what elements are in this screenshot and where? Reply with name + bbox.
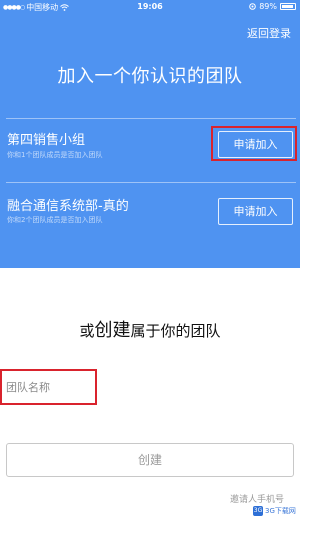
apply-join-button-2[interactable]: 申请加入 [218,198,293,225]
divider [6,182,296,183]
highlight-box-input [0,369,97,405]
location-icon [249,3,257,10]
battery-group: 89% [249,2,296,11]
join-team-title: 加入一个你认识的团队 [57,66,243,87]
highlight-box-apply [211,126,297,161]
watermark-logo-icon: 3G [253,506,263,516]
create-title-suffix: 属于你的团队 [130,322,221,340]
create-title-prefix: 或 [79,322,95,340]
team-name-2: 融合通信系统部-真的 [7,199,129,214]
back-to-login-link[interactable]: 返回登录 [247,25,291,41]
status-bar: ●●●●○ 中国移动 19:06 89% [0,0,300,14]
watermark-text: 3G下载网 [265,507,296,515]
team-desc-2: 你和2个团队成员是否加入团队 [7,216,103,224]
create-team-button[interactable]: 创建 [6,443,294,477]
inviter-phone-link[interactable]: 邀请人手机号 [230,492,284,505]
battery-percent: 89% [259,2,277,11]
divider [6,118,296,119]
battery-icon [280,3,296,10]
create-team-title: 或创建属于你的团队 [0,316,300,342]
team-desc-1: 你和1个团队成员是否加入团队 [7,151,103,159]
team-name-1: 第四销售小组 [7,133,86,148]
create-title-emphasis: 创建 [94,320,131,341]
watermark: 3G 3G下载网 [253,506,296,516]
